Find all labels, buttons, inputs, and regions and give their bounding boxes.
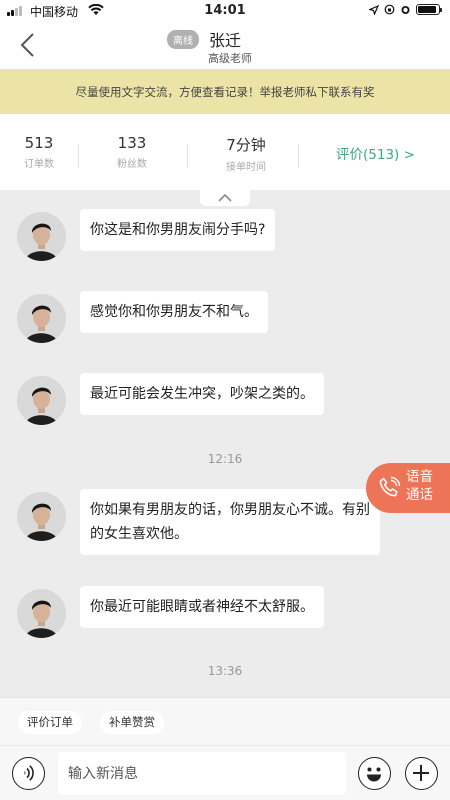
message-bubble: 你最近可能眼睛或者神经不太舒服。	[80, 586, 324, 628]
status-bar: 中国移动 14:01	[0, 0, 450, 22]
divider	[78, 144, 79, 168]
stat-label: 订单数	[24, 159, 54, 170]
tip-order-button[interactable]: 补单赞赏	[100, 711, 164, 734]
message-text: 你如果有男朋友的话，你男朋友心不诚。有别的女生喜欢他。	[90, 502, 370, 542]
status-badge: 离线	[167, 30, 199, 49]
emoji-button[interactable]	[358, 757, 391, 790]
teacher-stats: 513 订单数 133 粉丝数 7分钟 接单时间 评价(513) >	[0, 114, 450, 190]
rate-order-button[interactable]: 评价订单	[18, 711, 82, 734]
voice-toggle-button[interactable]	[12, 757, 45, 790]
phone-icon	[379, 476, 401, 497]
divider	[187, 144, 188, 168]
message-text: 最近可能会发生冲突，吵架之类的。	[90, 386, 314, 402]
notice-text: 尽量使用文字交流，方便查看记录！举报老师私下联系有奖	[75, 84, 375, 99]
stat-label: 接单时间	[226, 162, 266, 173]
message-bubble: 最近可能会发生冲突，吵架之类的。	[80, 373, 324, 415]
quick-actions-bar: 评价订单 补单赞赏	[0, 697, 450, 745]
stat-label: 粉丝数	[117, 159, 147, 170]
stat-followers: 133 粉丝数	[107, 134, 157, 170]
stat-value: 133	[117, 134, 147, 152]
stat-orders: 513 订单数	[14, 134, 64, 170]
avatar[interactable]	[17, 376, 66, 425]
collapse-button[interactable]	[200, 190, 250, 206]
chat-area[interactable]: 你这是和你男朋友闹分手吗? 感觉你和你男朋友不和气。 最近可能会发生冲突，吵架之…	[0, 190, 450, 697]
avatar[interactable]	[17, 212, 66, 261]
time-divider: 13:36	[207, 664, 243, 678]
voice-toggle-icon	[24, 765, 34, 781]
avatar[interactable]	[17, 589, 66, 638]
message-text: 你最近可能眼睛或者神经不太舒服。	[90, 599, 314, 615]
message-bubble: 你如果有男朋友的话，你男朋友心不诚。有别的女生喜欢他。	[80, 489, 380, 555]
stat-value: 7分钟	[226, 136, 266, 154]
chat-header: 离线 张迁 高级老师	[0, 22, 450, 69]
more-button[interactable]	[405, 757, 438, 790]
notice-banner: 尽量使用文字交流，方便查看记录！举报老师私下联系有奖	[0, 69, 450, 114]
battery-icon	[416, 4, 442, 15]
message-bubble: 感觉你和你男朋友不和气。	[80, 291, 268, 333]
message-bubble: 你这是和你男朋友闹分手吗?	[80, 209, 276, 251]
teacher-title: 高级老师	[208, 52, 252, 65]
chevron-up-icon	[218, 193, 232, 202]
avatar[interactable]	[17, 492, 66, 541]
location-icon	[369, 4, 379, 15]
input-bar	[0, 745, 450, 800]
voice-call-line2: 通话	[406, 487, 433, 503]
divider	[298, 144, 299, 168]
message-input[interactable]	[58, 752, 346, 795]
rating-link[interactable]: 评价(513) >	[336, 143, 415, 163]
emoji-icon	[367, 767, 381, 782]
alarm-icon	[401, 6, 410, 14]
back-chevron-icon[interactable]	[14, 30, 44, 60]
voice-call-button[interactable]: 语音 通话	[366, 463, 450, 513]
stat-value: 513	[24, 134, 54, 152]
plus-icon	[413, 765, 429, 781]
message-text: 感觉你和你男朋友不和气。	[90, 304, 258, 320]
stat-response-time: 7分钟 接单时间	[216, 134, 276, 173]
voice-call-line1: 语音	[406, 469, 433, 485]
message-text: 你这是和你男朋友闹分手吗?	[90, 222, 266, 238]
avatar[interactable]	[17, 294, 66, 343]
orientation-lock-icon	[384, 4, 395, 15]
teacher-name: 张迁	[209, 31, 242, 50]
